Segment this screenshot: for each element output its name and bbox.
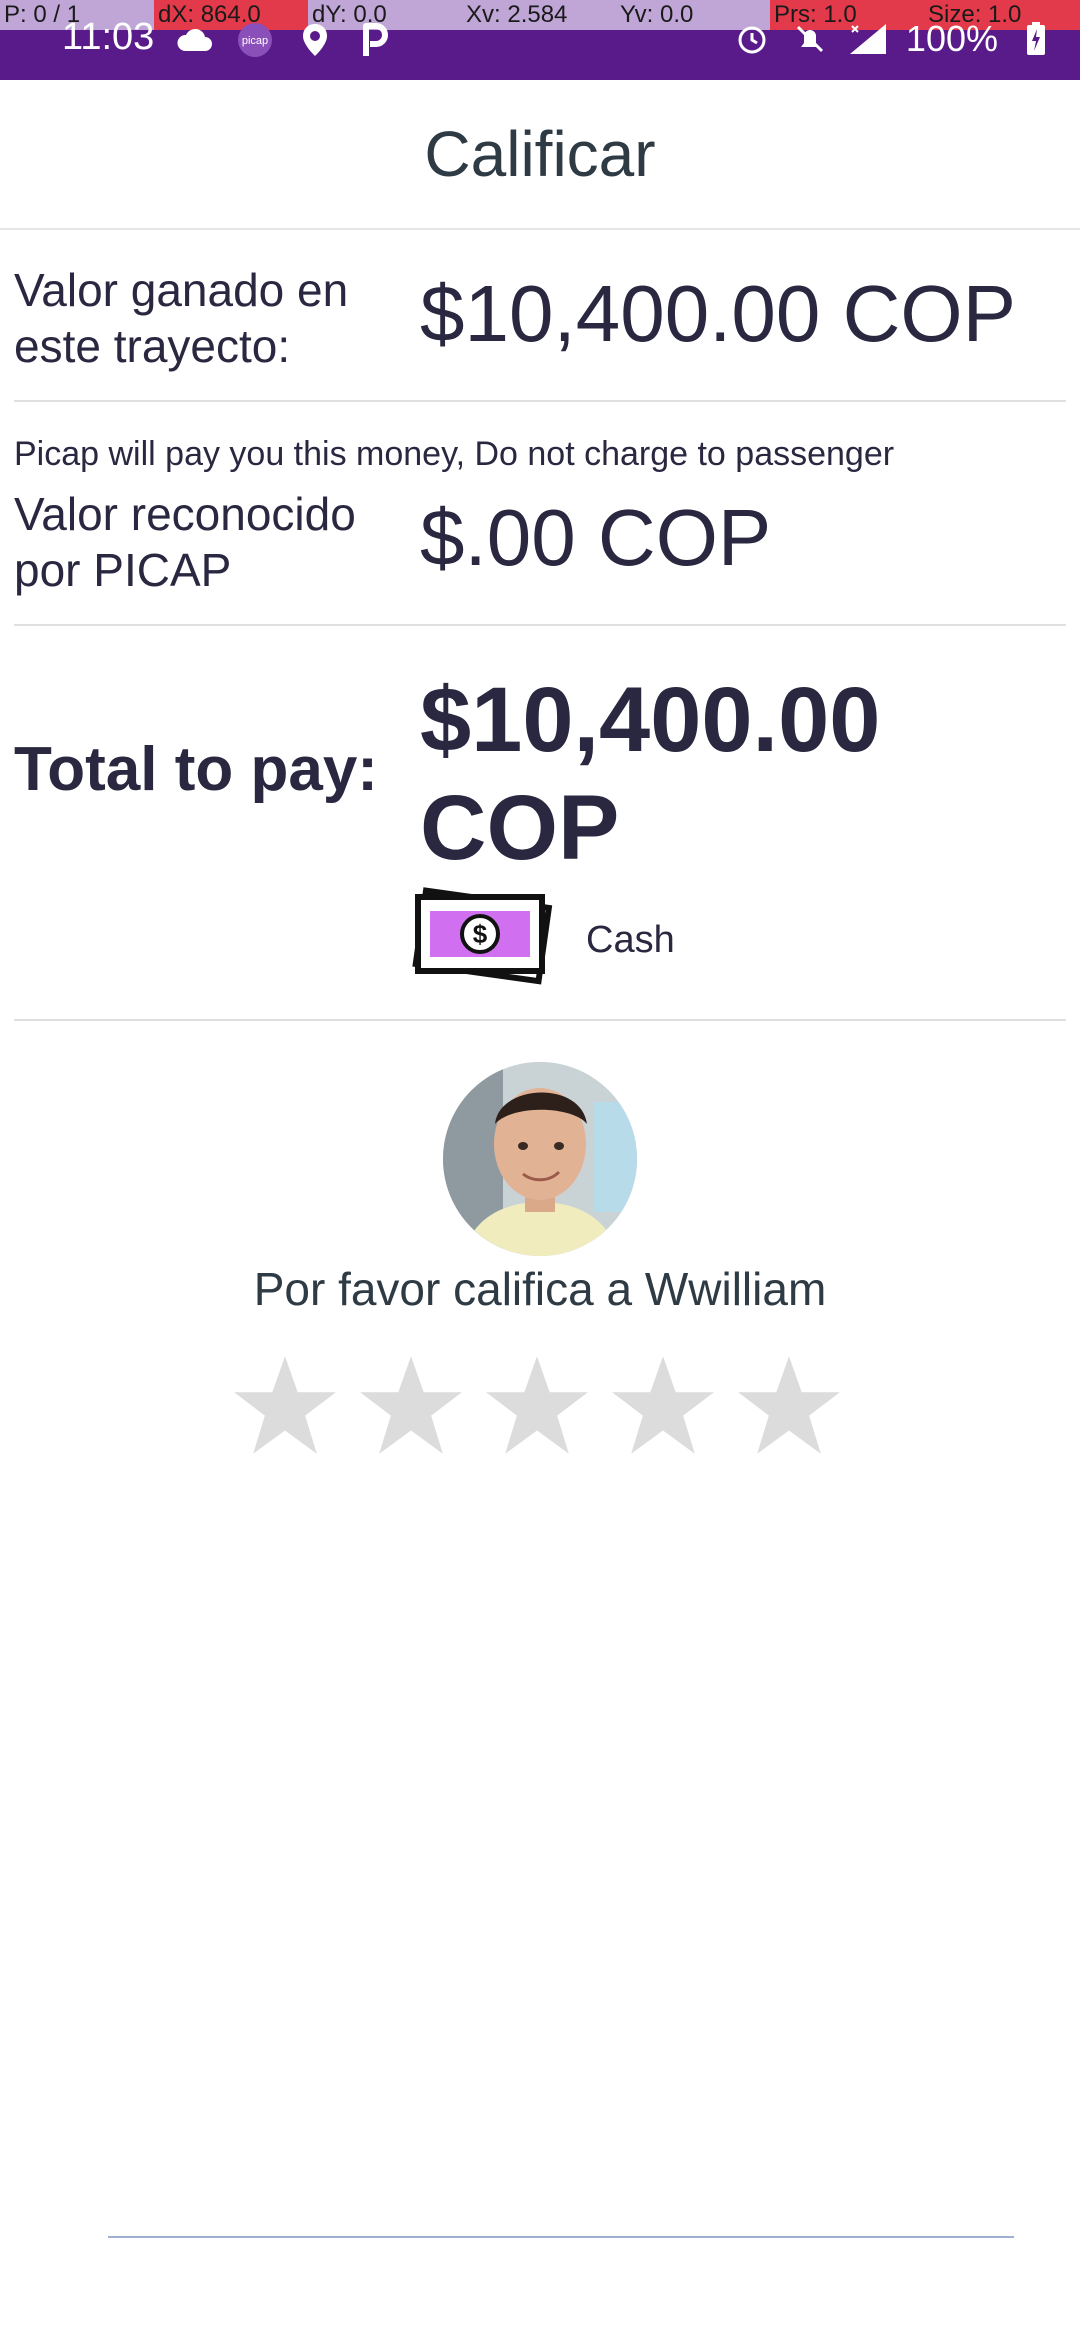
- parking-p-icon: [355, 20, 395, 60]
- rating-prompt: Por favor califica a Wwilliam: [253, 1263, 827, 1315]
- total-label: Total to pay:: [14, 735, 378, 804]
- cloud-icon: [175, 20, 215, 60]
- payment-note: Picap will pay you this money, Do not ch…: [14, 435, 895, 473]
- location-pin-icon: [295, 20, 335, 60]
- notification-icons: picap: [175, 20, 395, 60]
- star-5-icon[interactable]: [736, 1352, 842, 1458]
- pointer-trace-line: [108, 2236, 1014, 2238]
- cash-icon: $: [410, 885, 556, 996]
- payment-method-label: Cash: [586, 919, 675, 961]
- alarm-icon: [732, 19, 772, 59]
- total-amount: $10,400.00 COP: [420, 669, 881, 879]
- earned-label: Valor ganado en este trayecto:: [14, 264, 349, 372]
- star-rating[interactable]: [232, 1352, 842, 1458]
- recognized-amount: $.00 COP: [420, 493, 772, 582]
- battery-percentage: 100%: [905, 18, 998, 59]
- divider: [14, 400, 1066, 402]
- earned-amount: $10,400.00 COP: [420, 269, 1016, 358]
- svg-text:$: $: [473, 919, 488, 949]
- system-icons: 100%: [732, 18, 1056, 60]
- page-header: Calificar: [0, 80, 1080, 230]
- status-bar: P: 0 / 1 dX: 864.0 dY: 0.0 Xv: 2.584 Yv:…: [0, 0, 1080, 80]
- notifications-off-icon: [790, 19, 830, 59]
- status-time: 11:03: [62, 16, 155, 58]
- payment-method: $ Cash: [410, 885, 675, 996]
- signal-icon: [848, 19, 888, 59]
- recognized-label: Valor reconocido por PICAP: [14, 488, 356, 596]
- star-4-icon[interactable]: [610, 1352, 716, 1458]
- passenger-avatar: [443, 1062, 637, 1256]
- star-1-icon[interactable]: [232, 1352, 338, 1458]
- debug-xv: Xv: 2.584: [462, 0, 616, 30]
- divider: [14, 624, 1066, 626]
- svg-text:picap: picap: [242, 35, 268, 47]
- picap-app-icon: picap: [235, 20, 275, 60]
- star-2-icon[interactable]: [358, 1352, 464, 1458]
- star-3-icon[interactable]: [484, 1352, 590, 1458]
- battery-charging-icon: [1016, 19, 1056, 59]
- page-title: Calificar: [424, 118, 656, 190]
- divider: [14, 1019, 1066, 1021]
